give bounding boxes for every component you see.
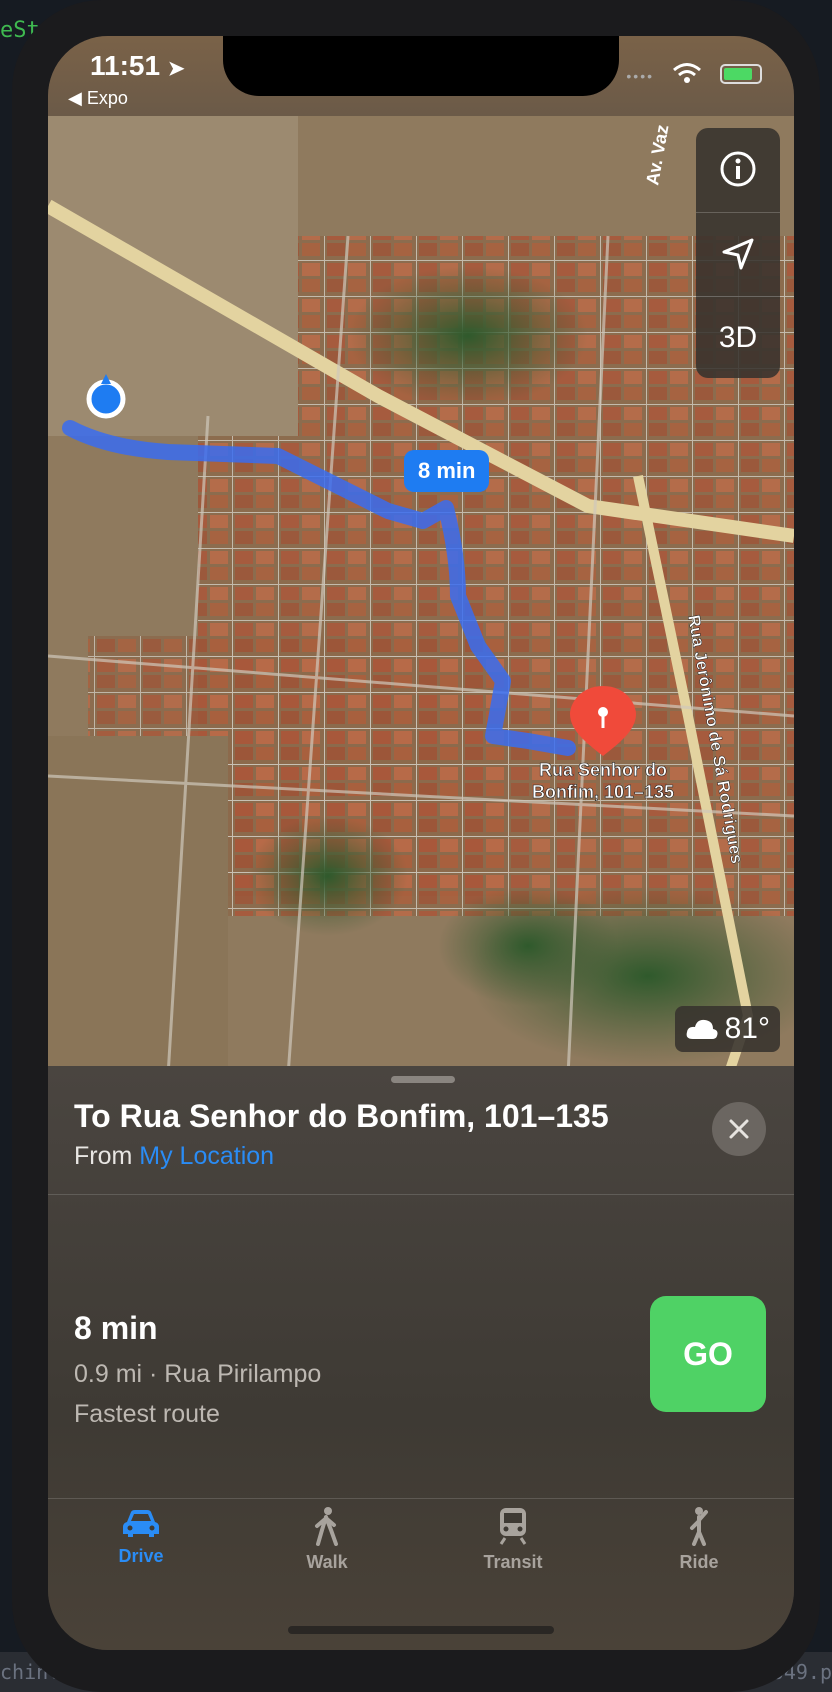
- tab-ride[interactable]: Ride: [606, 1506, 792, 1596]
- cloud-icon: [686, 1019, 718, 1039]
- tab-transit[interactable]: Transit: [420, 1506, 606, 1596]
- close-button[interactable]: [712, 1102, 766, 1156]
- tabs-divider: [48, 1498, 794, 1499]
- directions-sheet: To Rua Senhor do Bonfim, 101–135 From My…: [48, 1066, 794, 1650]
- map-view[interactable]: Rua Senhor do Bonfim, 101–135 Av. Vaz Ru…: [48, 116, 794, 1076]
- tab-drive[interactable]: Drive: [48, 1506, 234, 1596]
- train-icon: [499, 1508, 527, 1545]
- ride-icon: [690, 1507, 708, 1546]
- home-indicator[interactable]: [288, 1626, 554, 1634]
- tab-transit-label: Transit: [483, 1552, 543, 1572]
- phone-frame: 11:51 ➤ ◀ Expo •••• Rua Senhor do Bonfim…: [12, 0, 820, 1692]
- phone-screen: 11:51 ➤ ◀ Expo •••• Rua Senhor do Bonfim…: [48, 36, 794, 1650]
- destination-label-line1: Rua Senhor do: [539, 760, 667, 780]
- 3d-button[interactable]: 3D: [696, 296, 780, 378]
- satellite-map[interactable]: Rua Senhor do Bonfim, 101–135 Av. Vaz Ru…: [48, 116, 794, 1076]
- current-location-dot: [86, 379, 126, 419]
- battery-icon: [720, 64, 762, 84]
- route-note: Fastest route: [74, 1400, 220, 1428]
- notch: [223, 36, 619, 96]
- from-line: From My Location: [74, 1142, 274, 1171]
- weather-temp: 81°: [724, 1012, 770, 1045]
- info-icon: [720, 151, 756, 187]
- eta-bubble[interactable]: 8 min: [404, 450, 490, 492]
- sheet-grabber[interactable]: [391, 1076, 455, 1083]
- back-to-app-link[interactable]: ◀ Expo: [68, 88, 128, 109]
- from-prefix: From: [74, 1142, 133, 1170]
- close-icon: [729, 1119, 749, 1139]
- destination-label-line2: Bonfim, 101–135: [532, 782, 674, 802]
- transport-tabs: Drive Walk Transit Ride: [48, 1506, 794, 1596]
- car-icon: [123, 1510, 159, 1537]
- status-bar: 11:51 ➤ ◀ Expo ••••: [48, 36, 794, 116]
- wifi-icon: [673, 63, 701, 83]
- from-location-link[interactable]: My Location: [139, 1142, 274, 1170]
- sheet-divider: [48, 1194, 794, 1195]
- info-button[interactable]: [696, 128, 780, 210]
- status-time: 11:51 ➤: [90, 50, 185, 82]
- signal-icon: ••••: [626, 68, 654, 84]
- tab-walk-label: Walk: [306, 1552, 348, 1572]
- map-controls: 3D: [696, 128, 780, 378]
- location-arrow-icon: [722, 238, 754, 269]
- weather-badge: 81°: [674, 1006, 780, 1052]
- tab-walk[interactable]: Walk: [234, 1506, 420, 1596]
- location-button[interactable]: [696, 212, 780, 294]
- 3d-label: 3D: [718, 320, 758, 354]
- route-time[interactable]: 8 min: [74, 1310, 158, 1347]
- walk-icon: [315, 1507, 338, 1546]
- tab-drive-label: Drive: [118, 1546, 164, 1566]
- destination-title: To Rua Senhor do Bonfim, 101–135: [74, 1098, 609, 1134]
- go-button[interactable]: GO: [650, 1296, 766, 1412]
- tab-ride-label: Ride: [679, 1552, 719, 1572]
- status-time-text: 11:51: [90, 50, 161, 81]
- route-distance: 0.9 mi · Rua Pirilampo: [74, 1360, 322, 1388]
- location-arrow-icon: ➤: [167, 58, 185, 80]
